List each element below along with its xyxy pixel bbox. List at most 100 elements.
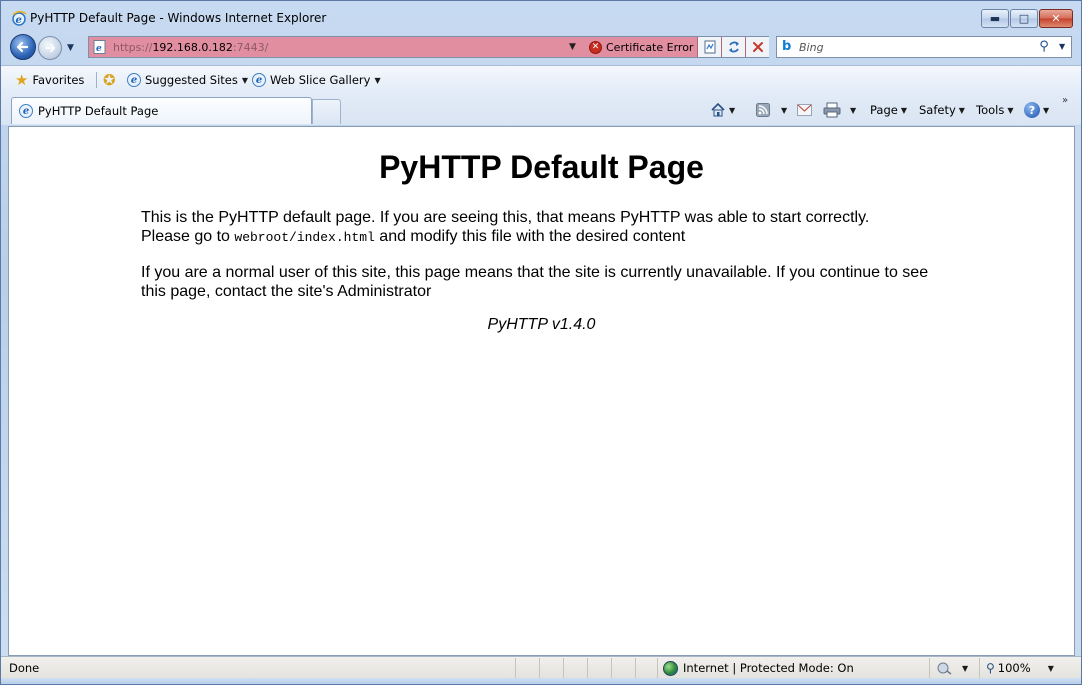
chevron-down-icon: ▼ (850, 105, 857, 115)
chevron-down-icon: ▼ (374, 75, 381, 85)
chevron-down-icon: ▼ (1043, 105, 1050, 115)
add-favorite-star-icon: ✪ (103, 70, 116, 89)
suggested-sites-label: Suggested Sites (145, 73, 238, 87)
search-input[interactable] (799, 39, 1029, 55)
close-icon: ✕ (1051, 12, 1061, 25)
intro-line-1: This is the PyHTTP default page. If you … (141, 209, 870, 226)
favorites-button[interactable]: ★ Favorites (15, 70, 84, 90)
url-host: 192.168.0.182 (152, 41, 233, 54)
page-ie-icon: e (93, 40, 106, 54)
ie-page-icon: e (252, 73, 266, 87)
status-divider (611, 658, 612, 678)
version-text: PyHTTP v1.4.0 (487, 316, 596, 333)
status-divider (657, 658, 658, 678)
search-box[interactable]: b ⚲ ▼ (776, 36, 1072, 58)
address-dropdown-icon[interactable]: ▼ (569, 42, 576, 52)
status-divider (587, 658, 588, 678)
page-content: PyHTTP Default Page This is the PyHTTP d… (8, 126, 1075, 656)
favorites-star-icon: ★ (15, 70, 29, 89)
bing-icon: b (782, 39, 792, 54)
feeds-button[interactable]: ▼ (756, 100, 787, 120)
safety-menu-label: Safety (919, 103, 956, 117)
refresh-button[interactable] (721, 37, 745, 57)
notice-paragraph: If you are a normal user of this site, t… (141, 264, 929, 300)
ie-window: e PyHTTP Default Page - Windows Internet… (0, 0, 1082, 685)
intro-line-2-suffix: and modify this file with the desired co… (374, 227, 686, 245)
ie-logo-icon: e (12, 10, 27, 26)
forward-arrow-icon (45, 43, 56, 53)
more-commands-chevron-icon[interactable]: » (1062, 95, 1068, 106)
read-mail-button[interactable] (797, 100, 812, 120)
print-button[interactable]: ▼ (823, 100, 856, 120)
back-button[interactable] (10, 34, 36, 60)
window-right-edge (1075, 126, 1081, 656)
help-icon: ? (1024, 102, 1040, 118)
minimize-icon: ▬ (989, 12, 1001, 25)
status-bar: Done Internet | Protected Mode: On ▼ ⚲ 1… (1, 656, 1081, 678)
compatibility-view-button[interactable] (697, 37, 721, 57)
minimize-button[interactable]: ▬ (981, 9, 1009, 28)
status-divider (979, 658, 980, 678)
zoom-level: 100% (997, 661, 1031, 675)
security-zone[interactable]: Internet | Protected Mode: On (663, 659, 854, 677)
back-arrow-icon (16, 41, 29, 53)
page-heading: PyHTTP Default Page (379, 149, 704, 185)
chevron-down-icon: ▼ (781, 105, 788, 115)
search-icon[interactable]: ⚲ (1036, 39, 1052, 55)
favorites-bar: ★ Favorites ✪ e Suggested Sites ▼ e Web … (1, 65, 1081, 93)
intro-line-2-prefix: Please go to (141, 227, 235, 245)
zoom-icon: ⚲ (986, 661, 995, 675)
refresh-icon (728, 41, 739, 53)
home-button[interactable]: ▼ (710, 100, 735, 120)
add-to-favorites-bar-button[interactable]: ✪ (103, 70, 116, 90)
maximize-icon: □ (1018, 12, 1030, 25)
window-title: PyHTTP Default Page - Windows Internet E… (30, 11, 327, 25)
tools-menu-button[interactable]: Tools ▼ (976, 100, 1014, 120)
status-divider (539, 658, 540, 678)
chevron-down-icon: ▼ (1007, 105, 1014, 115)
certificate-error-icon: ✕ (589, 40, 602, 54)
status-divider (563, 658, 564, 678)
recent-pages-dropdown-icon[interactable]: ▼ (67, 43, 74, 53)
home-icon (711, 102, 725, 117)
ie-page-icon: e (127, 73, 141, 87)
safety-menu-button[interactable]: Safety ▼ (919, 100, 965, 120)
status-divider (515, 658, 516, 678)
suggested-sites-button[interactable]: e Suggested Sites ▼ (127, 70, 248, 90)
svg-text:e: e (96, 44, 102, 54)
url-port: :7443/ (232, 41, 269, 54)
web-slice-gallery-button[interactable]: e Web Slice Gallery ▼ (252, 70, 381, 90)
svg-text:e: e (16, 15, 22, 26)
chevron-down-icon: ▼ (241, 75, 249, 85)
compatibility-view-icon (704, 40, 715, 54)
internet-options-button[interactable]: ▼ (937, 658, 968, 678)
certificate-error-button[interactable]: ✕ Certificate Error (586, 37, 694, 57)
chevron-down-icon: ▼ (729, 105, 736, 115)
maximize-button[interactable]: □ (1010, 9, 1038, 28)
help-button[interactable]: ? ▼ (1024, 100, 1049, 120)
address-bar[interactable]: e https://192.168.0.182:7443/ ▼ ✕ Certif… (88, 36, 769, 58)
tab-label: PyHTTP Default Page (38, 104, 159, 118)
forward-button[interactable] (38, 36, 62, 60)
new-tab-button[interactable] (312, 99, 341, 124)
chevron-down-icon: ▼ (962, 663, 969, 673)
network-settings-icon (937, 662, 952, 675)
mail-icon (797, 104, 812, 116)
favorites-label: Favorites (32, 73, 85, 87)
rss-feed-icon (756, 103, 770, 117)
address-url[interactable]: https://192.168.0.182:7443/ (113, 41, 268, 54)
certificate-error-label: Certificate Error (606, 40, 694, 54)
zone-text: Internet | Protected Mode: On (683, 661, 854, 675)
search-options-dropdown-icon[interactable]: ▼ (1059, 42, 1065, 51)
stop-button[interactable] (745, 37, 769, 57)
printer-icon (823, 102, 841, 118)
chevron-down-icon: ▼ (1047, 663, 1054, 673)
intro-paragraph: This is the PyHTTP default page. If you … (141, 209, 941, 247)
zoom-control[interactable]: ⚲ 100% ▼ (986, 659, 1054, 677)
ie-page-icon: e (19, 104, 33, 118)
page-menu-button[interactable]: Page ▼ (870, 100, 907, 120)
chevron-down-icon: ▼ (958, 105, 965, 115)
status-text: Done (9, 661, 40, 675)
close-window-button[interactable]: ✕ (1039, 9, 1073, 28)
tab-pyhttp-default-page[interactable]: e PyHTTP Default Page (11, 97, 312, 124)
